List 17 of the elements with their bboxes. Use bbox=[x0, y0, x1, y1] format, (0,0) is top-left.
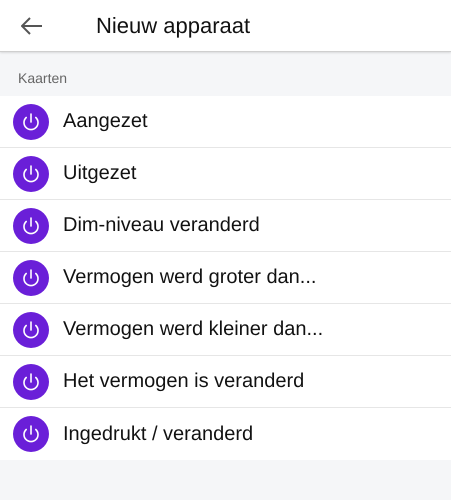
card-list-item[interactable]: Vermogen werd groter dan... bbox=[0, 252, 451, 304]
power-icon bbox=[13, 312, 49, 348]
power-icon bbox=[13, 260, 49, 296]
power-icon bbox=[13, 208, 49, 244]
power-icon bbox=[13, 104, 49, 140]
section-title: Kaarten bbox=[17, 70, 68, 88]
card-list-item[interactable]: Het vermogen is veranderd bbox=[0, 356, 451, 408]
card-list-item[interactable]: Ingedrukt / veranderd bbox=[0, 408, 451, 460]
power-icon bbox=[13, 156, 49, 192]
card-list-item[interactable]: Dim-niveau veranderd bbox=[0, 200, 451, 252]
back-arrow-icon bbox=[21, 16, 43, 34]
page-title: Nieuw apparaat bbox=[96, 12, 250, 38]
card-list-item[interactable]: Uitgezet bbox=[0, 148, 451, 200]
card-list-item[interactable]: Aangezet bbox=[0, 96, 451, 148]
card-list-item[interactable]: Vermogen werd kleiner dan... bbox=[0, 304, 451, 356]
power-icon bbox=[13, 364, 49, 400]
power-icon bbox=[13, 416, 49, 452]
